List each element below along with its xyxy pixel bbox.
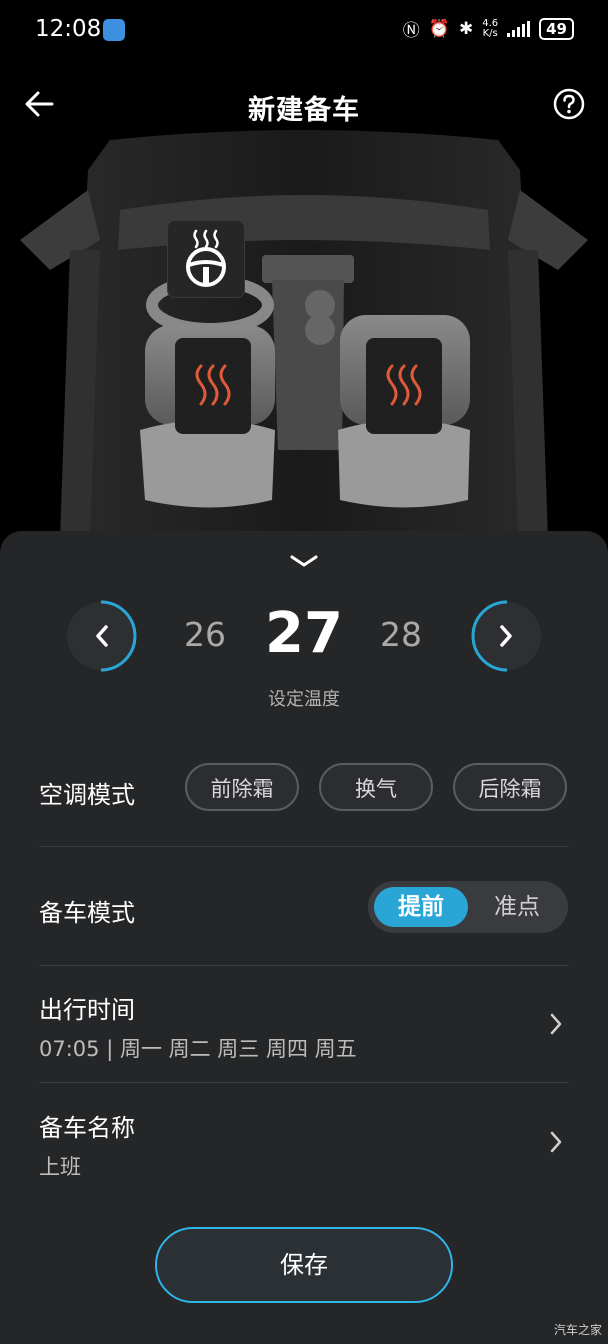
ac-mode-label: 空调模式 <box>39 781 135 809</box>
right-seat-heat-toggle[interactable] <box>366 338 442 434</box>
temp-decrease-button[interactable] <box>62 597 140 675</box>
departure-time-label: 出行时间 <box>39 996 135 1024</box>
net-speed: 4.6 K/s <box>482 18 498 39</box>
app-notification-icon <box>103 19 125 41</box>
chevron-right-icon <box>550 1013 562 1035</box>
temp-caption: 设定温度 <box>268 689 340 710</box>
front-defrost-button[interactable]: 前除霜 <box>185 763 299 811</box>
departure-time-value: 07:05 | 周一 周二 周三 周四 周五 <box>39 1037 357 1061</box>
nfc-icon: Ⓝ <box>402 21 420 41</box>
mode-advance-option[interactable]: 提前 <box>374 887 468 927</box>
seat-heat-icon <box>195 364 231 406</box>
battery-icon: 49 <box>539 17 574 40</box>
temp-current-value: 27 <box>265 601 343 666</box>
status-bar: 12:08 Ⓝ ⏰ ✱ 4.6 K/s 49 <box>0 0 608 62</box>
prep-name-value: 上班 <box>39 1155 81 1179</box>
car-interior-image <box>20 130 588 540</box>
signal-icon <box>507 20 531 37</box>
status-time: 12:08 <box>35 16 102 42</box>
car-illustration <box>0 130 608 540</box>
chevron-down-icon[interactable] <box>288 553 320 569</box>
ventilation-button[interactable]: 换气 <box>319 763 433 811</box>
status-icons: Ⓝ ⏰ ✱ 4.6 K/s 49 <box>403 16 574 41</box>
temp-increase-button[interactable] <box>468 597 546 675</box>
seat-heat-icon <box>386 364 422 406</box>
page-title: 新建备车 <box>248 95 360 126</box>
left-seat-heat-toggle[interactable] <box>175 338 251 434</box>
temp-lower-value[interactable]: 26 <box>170 615 240 654</box>
steering-heat-toggle[interactable] <box>167 220 245 298</box>
chevron-right-icon <box>550 1131 562 1153</box>
prep-name-label: 备车名称 <box>39 1114 135 1142</box>
bluetooth-icon: ✱ <box>458 18 474 39</box>
settings-panel: 26 27 28 设定温度 空调模式 前除霜 换气 后除霜 备车模式 提前 准点… <box>0 531 608 1344</box>
divider <box>39 1082 569 1083</box>
header: 新建备车 <box>0 80 608 128</box>
divider <box>39 846 569 847</box>
divider <box>39 965 569 966</box>
steering-wheel-heat-icon <box>186 229 226 287</box>
rear-defrost-button[interactable]: 后除霜 <box>453 763 567 811</box>
net-speed-unit: K/s <box>482 27 498 39</box>
alarm-icon: ⏰ <box>428 18 450 39</box>
save-button[interactable]: 保存 <box>155 1227 453 1303</box>
prep-mode-toggle: 提前 准点 <box>368 881 568 933</box>
watermark: 汽车之家 <box>553 1323 602 1337</box>
mode-ontime-option[interactable]: 准点 <box>472 887 562 927</box>
help-icon[interactable] <box>553 88 585 120</box>
prep-mode-label: 备车模式 <box>39 899 135 927</box>
temp-higher-value[interactable]: 28 <box>366 615 436 654</box>
